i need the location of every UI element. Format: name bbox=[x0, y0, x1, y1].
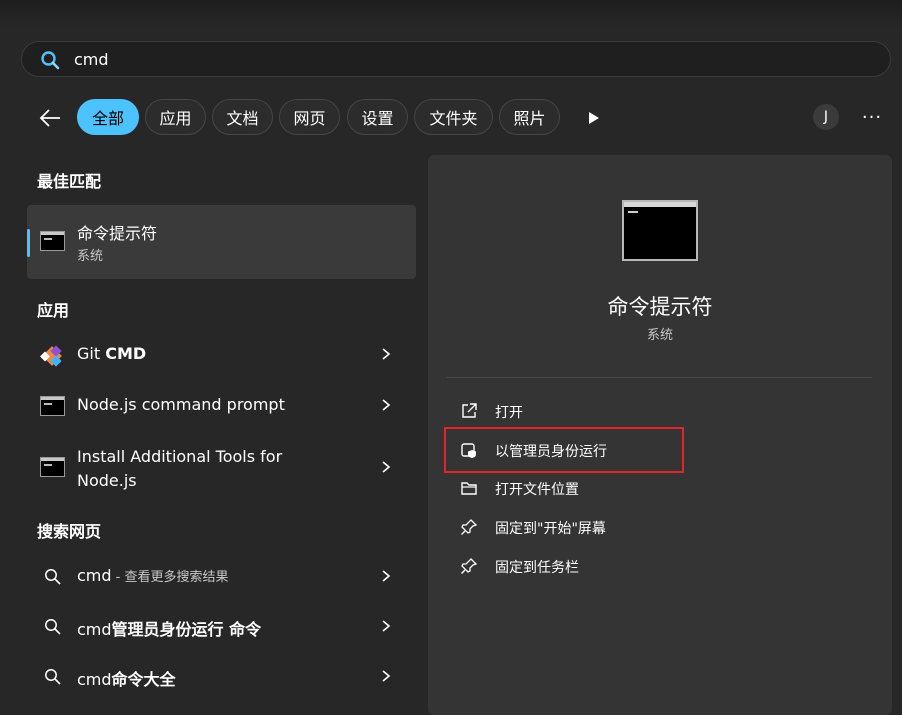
command-prompt-icon bbox=[40, 396, 65, 416]
search-icon bbox=[45, 619, 61, 635]
web-result-label: cmd管理员身份运行 命令 bbox=[77, 620, 262, 639]
chevron-right-icon[interactable] bbox=[381, 569, 391, 583]
search-icon bbox=[41, 51, 60, 70]
action-label: 打开文件位置 bbox=[495, 482, 579, 498]
chevron-right-icon[interactable] bbox=[381, 398, 391, 412]
chevron-right-icon[interactable] bbox=[381, 619, 391, 633]
web-result-item[interactable]: cmd - 查看更多搜索结果 bbox=[27, 554, 416, 600]
pin-icon bbox=[461, 519, 478, 535]
best-match-subtitle: 系统 bbox=[77, 249, 104, 264]
filter-all[interactable]: 全部 bbox=[77, 99, 139, 135]
folder-icon bbox=[461, 482, 477, 495]
section-apps: 应用 bbox=[37, 301, 70, 320]
command-prompt-icon bbox=[40, 457, 65, 477]
detail-title: 命令提示符 bbox=[607, 295, 713, 319]
action-open[interactable]: 打开 bbox=[458, 396, 838, 426]
chevron-right-icon[interactable] bbox=[381, 669, 391, 683]
section-best-match: 最佳匹配 bbox=[37, 172, 102, 191]
red-highlight-box bbox=[444, 427, 684, 473]
chevron-right-icon[interactable] bbox=[381, 347, 391, 361]
web-result-label: cmd命令大全 bbox=[77, 670, 176, 689]
chevron-right-icon[interactable] bbox=[381, 460, 391, 474]
selection-indicator bbox=[27, 229, 30, 257]
action-pin-to-start[interactable]: 固定到"开始"屏幕 bbox=[458, 512, 838, 542]
filter-web[interactable]: 网页 bbox=[279, 99, 340, 135]
app-item-git-cmd[interactable]: Git CMD bbox=[27, 332, 416, 378]
filter-documents[interactable]: 文档 bbox=[212, 99, 273, 135]
git-logo-icon bbox=[40, 345, 62, 367]
action-label: 打开 bbox=[495, 405, 523, 421]
search-icon bbox=[45, 669, 61, 685]
app-label: Git CMD bbox=[77, 344, 147, 363]
action-open-file-location[interactable]: 打开文件位置 bbox=[458, 473, 838, 503]
search-box[interactable]: cmd bbox=[21, 41, 891, 77]
app-item-nodejs-tools[interactable]: Install Additional Tools for Node.js bbox=[27, 443, 416, 493]
filter-folders[interactable]: 文件夹 bbox=[414, 99, 493, 135]
best-match-title: 命令提示符 bbox=[77, 224, 158, 243]
web-result-label: cmd - 查看更多搜索结果 bbox=[77, 566, 229, 585]
action-label: 固定到"开始"屏幕 bbox=[495, 521, 606, 537]
top-strip bbox=[0, 0, 902, 28]
prompt-cursor bbox=[628, 211, 638, 213]
search-icon bbox=[45, 569, 61, 585]
divider bbox=[446, 377, 872, 378]
app-label: Node.js command prompt bbox=[77, 395, 285, 414]
window-titlebar bbox=[624, 202, 696, 207]
filter-photos[interactable]: 照片 bbox=[499, 99, 560, 135]
filter-apps[interactable]: 应用 bbox=[145, 99, 206, 135]
action-label: 固定到任务栏 bbox=[495, 560, 579, 576]
account-avatar[interactable]: J bbox=[813, 104, 839, 130]
command-prompt-large-icon bbox=[622, 200, 698, 261]
pin-icon bbox=[461, 558, 478, 574]
web-result-item[interactable]: cmd命令大全 bbox=[27, 654, 416, 700]
command-prompt-icon bbox=[40, 231, 65, 251]
best-match-item[interactable]: 命令提示符 系统 bbox=[27, 205, 416, 279]
filter-settings[interactable]: 设置 bbox=[347, 99, 408, 135]
filter-bar: 全部 应用 文档 网页 设置 文件夹 照片 J ··· bbox=[0, 99, 902, 137]
app-label: Install Additional Tools for Node.js bbox=[77, 447, 283, 490]
detail-subtitle: 系统 bbox=[646, 328, 673, 343]
more-options-icon[interactable]: ··· bbox=[860, 104, 884, 130]
web-result-item[interactable]: cmd管理员身份运行 命令 bbox=[27, 604, 416, 650]
app-item-nodejs-prompt[interactable]: Node.js command prompt bbox=[27, 383, 416, 429]
search-input[interactable]: cmd bbox=[74, 50, 109, 69]
action-pin-to-taskbar[interactable]: 固定到任务栏 bbox=[458, 551, 838, 581]
more-filters-play-icon[interactable] bbox=[587, 110, 601, 126]
open-external-icon bbox=[462, 403, 477, 418]
back-arrow-icon[interactable] bbox=[38, 107, 62, 129]
section-web-search: 搜索网页 bbox=[37, 522, 102, 541]
